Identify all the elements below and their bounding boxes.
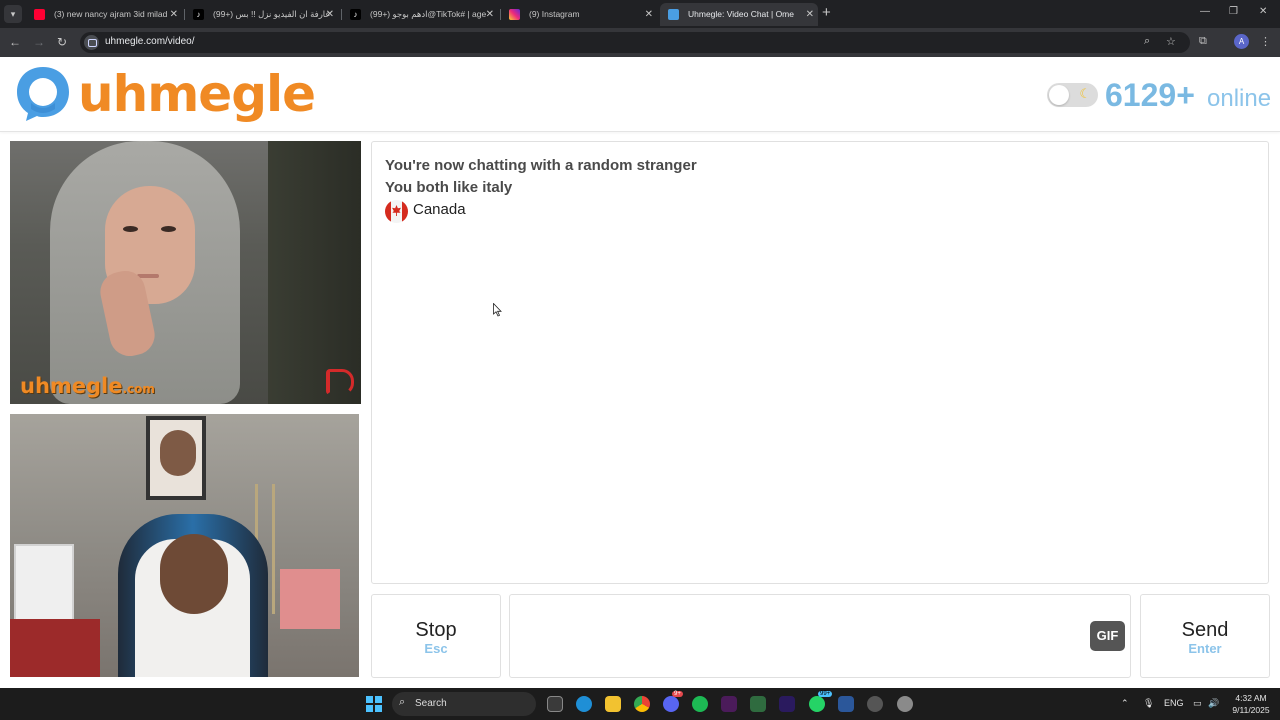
search-icon: ⌕	[399, 696, 406, 708]
microphone-icon[interactable]: 🎙	[1143, 698, 1154, 709]
minimize-icon[interactable]: —	[1200, 6, 1210, 17]
stop-button[interactable]: Stop Esc	[371, 594, 501, 678]
notes-app-icon[interactable]	[750, 696, 766, 712]
forward-icon[interactable]: →	[33, 35, 45, 49]
extensions-icon[interactable]: ⧉	[1199, 35, 1207, 48]
new-tab-button[interactable]: +	[822, 4, 836, 21]
moon-icon: ☾	[1079, 86, 1091, 101]
gif-button[interactable]: GIF	[1090, 621, 1125, 651]
mouse-cursor-icon	[493, 302, 502, 322]
toggle-knob	[1049, 85, 1069, 105]
message-input[interactable]: GIF	[509, 594, 1131, 678]
taskbar: ⌕ Search 9+ 99+ ⌃ 🎙 ENG ▭ 🔊 4:32 AM 9/11…	[0, 688, 1280, 720]
tab-uhmegle[interactable]: Uhmegle: Video Chat | Ome ✕	[660, 3, 818, 26]
windows-start-icon[interactable]	[366, 696, 382, 712]
uhmegle-logo-icon[interactable]	[13, 63, 73, 123]
back-icon[interactable]: ←	[9, 35, 21, 49]
report-flag-icon[interactable]	[326, 369, 354, 395]
logo-wordmark[interactable]: uhmegle	[78, 65, 316, 123]
discord-icon[interactable]: 9+	[663, 691, 683, 712]
stop-shortcut: Esc	[424, 641, 448, 656]
profile-avatar[interactable]: A	[1234, 34, 1249, 49]
chat-interest-message: You both like italy	[385, 179, 513, 196]
site-info-icon[interactable]	[84, 35, 99, 50]
file-explorer-icon[interactable]	[605, 696, 621, 712]
url-text: uhmegle.com/video/	[105, 36, 195, 47]
video-sofa	[10, 619, 100, 677]
close-icon[interactable]: ✕	[645, 3, 653, 26]
whatsapp-icon[interactable]: 99+	[809, 691, 833, 712]
close-icon[interactable]: ✕	[170, 3, 178, 26]
uhmegle-icon	[668, 9, 679, 20]
taskbar-search[interactable]: ⌕ Search	[392, 692, 536, 716]
instagram-icon	[509, 9, 520, 20]
bookmark-star-icon[interactable]: ☆	[1166, 35, 1176, 48]
tab-title: ادهم بوجو (+99)@TikTok# | age	[370, 9, 487, 19]
wall-picture	[146, 416, 206, 500]
stranger-country: Canada	[413, 201, 466, 218]
clock-date: 9/11/2025	[1232, 705, 1270, 715]
chat-log[interactable]: You're now chatting with a random strang…	[371, 141, 1269, 584]
language-indicator[interactable]: ENG	[1164, 698, 1184, 708]
settings-gear-icon[interactable]	[897, 696, 913, 712]
spotify-icon[interactable]	[692, 696, 708, 712]
menu-kebab-icon[interactable]: ⋮	[1260, 35, 1271, 48]
restore-icon[interactable]: ❐	[1229, 6, 1238, 17]
send-shortcut: Enter	[1188, 641, 1222, 656]
youtube-icon	[34, 9, 45, 20]
tiktok-icon: ♪	[193, 9, 204, 20]
window-close-icon[interactable]: ✕	[1259, 6, 1267, 17]
tray-chevron-icon[interactable]: ⌃	[1121, 698, 1129, 709]
close-icon[interactable]: ✕	[326, 3, 334, 26]
online-count: 6129+	[1105, 77, 1195, 113]
taskbar-clock[interactable]: 4:32 AM 9/11/2025	[1226, 692, 1276, 716]
video-background	[268, 141, 361, 404]
network-icon[interactable]: ▭	[1193, 698, 1202, 709]
chrome-icon[interactable]	[634, 696, 650, 712]
tab-title: (9) Instagram	[529, 9, 580, 19]
video-decor	[280, 569, 340, 629]
app-icon[interactable]	[867, 696, 883, 712]
tab-strip: ▾ (3) new nancy ajram 3id milad ✕ ♪ عارف…	[0, 0, 1280, 28]
browser-toolbar: ← → ↻ uhmegle.com/video/ ⌕ ☆ ⧉ ⋮	[0, 28, 1280, 57]
media-app-icon[interactable]	[721, 696, 737, 712]
address-bar[interactable]: uhmegle.com/video/	[80, 32, 1190, 53]
chat-status-message: You're now chatting with a random strang…	[385, 157, 697, 174]
volume-icon[interactable]: 🔊	[1208, 698, 1219, 709]
send-label: Send	[1181, 619, 1229, 641]
edge-icon[interactable]	[576, 696, 592, 712]
clock-time: 4:32 AM	[1235, 693, 1267, 703]
premiere-icon[interactable]	[779, 696, 795, 712]
send-button[interactable]: Send Enter	[1140, 594, 1270, 678]
online-label: online	[1207, 85, 1272, 112]
word-icon[interactable]	[838, 696, 854, 712]
tab-title: (3) new nancy ajram 3id milad	[54, 9, 168, 19]
tiktok-icon: ♪	[350, 9, 361, 20]
stop-label: Stop	[415, 619, 457, 641]
zoom-icon[interactable]: ⌕	[1144, 35, 1150, 48]
stranger-video: uhmegle.com	[10, 141, 361, 404]
tab-tiktok-2[interactable]: ♪ ادهم بوجو (+99)@TikTok# | age ✕	[342, 3, 500, 26]
site-header: uhmegle ☾ 6129+ online	[0, 57, 1280, 132]
close-icon[interactable]: ✕	[486, 3, 494, 26]
taskbar-search-label: Search	[415, 698, 447, 709]
tab-tiktok-1[interactable]: ♪ عارفة ان الفيديو نزل !! بس (+99) ✕	[185, 3, 340, 26]
tab-search-button[interactable]: ▾	[4, 5, 22, 23]
video-subject-head	[160, 534, 228, 614]
dark-mode-toggle[interactable]: ☾	[1047, 83, 1098, 107]
tab-youtube[interactable]: (3) new nancy ajram 3id milad ✕	[26, 3, 184, 26]
close-icon[interactable]: ✕	[806, 3, 814, 26]
tab-title: Uhmegle: Video Chat | Ome	[688, 9, 794, 19]
reload-icon[interactable]: ↻	[57, 35, 67, 49]
video-watermark: uhmegle.com	[20, 374, 155, 398]
self-video	[10, 414, 359, 677]
tab-instagram[interactable]: (9) Instagram ✕	[501, 3, 659, 26]
task-view-icon[interactable]	[547, 696, 563, 712]
tab-title: عارفة ان الفيديو نزل !! بس (+99)	[213, 9, 331, 19]
canada-flag-icon	[385, 200, 408, 223]
